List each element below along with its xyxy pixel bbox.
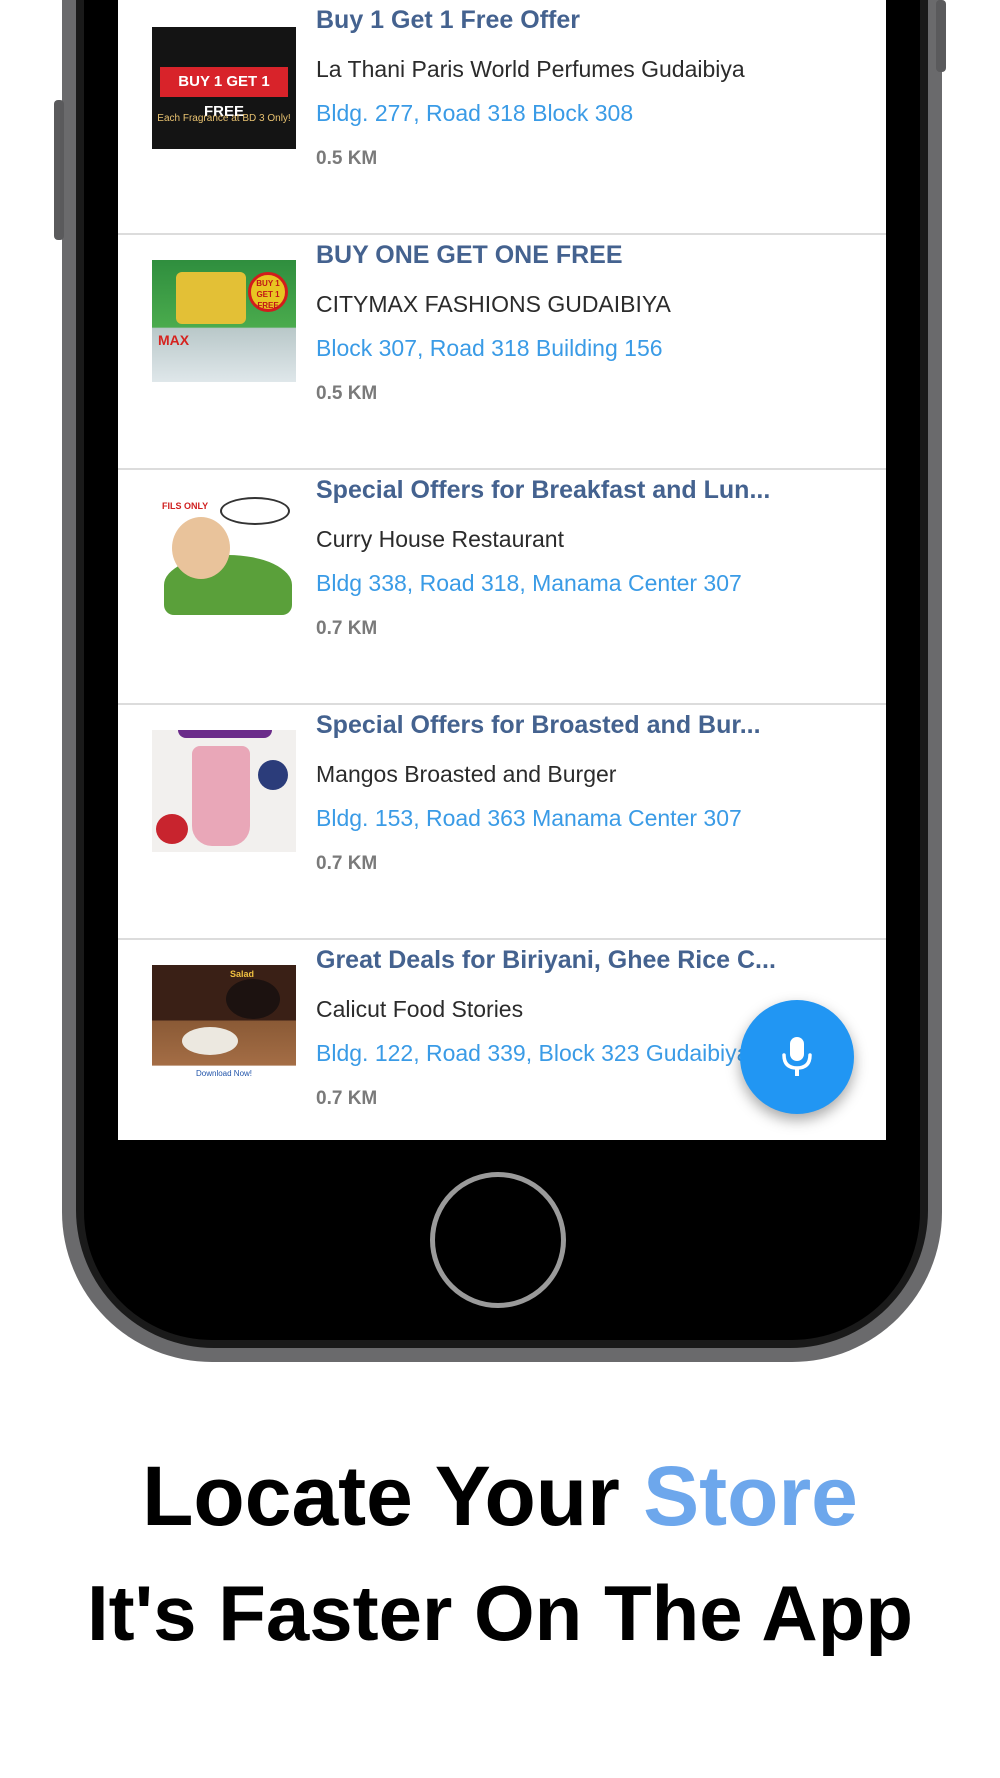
thumbnail-brand: MAX <box>158 332 190 348</box>
store-name: Calicut Food Stories <box>316 996 524 1022</box>
thumbnail-banner-text: BUY 1 GET 1 FREE <box>160 67 288 120</box>
distance-label: 0.5 KM <box>316 383 378 404</box>
list-item[interactable]: Special Offers for Broasted and Bur... M… <box>118 705 886 940</box>
distance-label: 0.7 KM <box>316 853 378 874</box>
distance-label: 0.5 KM <box>316 148 378 169</box>
thumbnail-price-ribbon <box>178 730 272 738</box>
store-address[interactable]: Bldg. 122, Road 339, Block 323 Gudaibiya <box>316 1040 749 1067</box>
distance-label: 0.7 KM <box>316 1088 378 1109</box>
store-address[interactable]: Block 307, Road 318 Building 156 <box>316 335 663 362</box>
subheadline: It's Faster On The App <box>86 1569 914 1657</box>
thumbnail-caption-text: Each Fragrance at BD 3 Only! <box>157 113 291 124</box>
phone-volume-button <box>54 100 64 240</box>
cartoon-character <box>172 517 230 579</box>
phone-power-button <box>936 0 946 72</box>
offer-thumbnail <box>152 730 296 852</box>
offer-title[interactable]: BUY ONE GET ONE FREE <box>316 241 623 270</box>
thumbnail-people <box>176 272 246 324</box>
badge-line-2: GET 1 <box>256 290 280 299</box>
thumbnail-bottom-label: Download Now! <box>195 1069 253 1078</box>
offer-list-screen: BUY 1 GET 1 FREE Each Fragrance at BD 3 … <box>118 0 886 1140</box>
microphone-icon <box>782 1037 812 1076</box>
offer-title[interactable]: Great Deals for Biriyani, Ghee Rice C... <box>316 946 776 975</box>
badge-line-3: FREE <box>257 301 279 310</box>
dish-pan <box>226 979 280 1019</box>
headline-prefix: Locate Your <box>142 1449 644 1543</box>
thumbnail-badge: BUY 1 GET 1 FREE <box>248 272 288 312</box>
store-name: CITYMAX FASHIONS GUDAIBIYA <box>316 291 671 317</box>
thumbnail-top-label: Salad <box>230 969 255 979</box>
berries-left <box>156 814 188 844</box>
home-button[interactable] <box>430 1172 566 1308</box>
list-item[interactable]: BUY 1 GET 1 FREE Each Fragrance at BD 3 … <box>118 0 886 235</box>
badge-line-1: BUY 1 <box>256 279 280 288</box>
headline: Locate Your Store <box>0 1448 1000 1545</box>
dish-plate <box>182 1027 238 1055</box>
store-address[interactable]: Bldg. 153, Road 363 Manama Center 307 <box>316 805 742 832</box>
milkshake-glass <box>192 746 250 846</box>
voice-search-button[interactable] <box>740 1000 854 1114</box>
thumbnail-tag: FILS ONLY <box>162 501 209 511</box>
offer-thumbnail: BUY 1 GET 1 FREE MAX <box>152 260 296 382</box>
headline-accent: Store <box>643 1449 858 1543</box>
store-address[interactable]: Bldg 338, Road 318, Manama Center 307 <box>316 570 742 597</box>
offer-title[interactable]: Special Offers for Broasted and Bur... <box>316 711 761 740</box>
list-item[interactable]: BUY 1 GET 1 FREE MAX BUY ONE GET ONE FRE… <box>118 235 886 470</box>
store-address[interactable]: Bldg. 277, Road 318 Block 308 <box>316 100 633 127</box>
berries-right <box>258 760 288 790</box>
offer-title[interactable]: Buy 1 Get 1 Free Offer <box>316 6 580 35</box>
speech-bubble <box>220 497 290 525</box>
list-item[interactable]: FILS ONLY Special Offers for Breakfast a… <box>118 470 886 705</box>
offer-thumbnail: BUY 1 GET 1 FREE Each Fragrance at BD 3 … <box>152 27 296 149</box>
store-name: Curry House Restaurant <box>316 526 564 552</box>
distance-label: 0.7 KM <box>316 618 378 639</box>
offer-thumbnail: Salad Download Now! <box>152 965 296 1087</box>
offer-thumbnail: FILS ONLY <box>152 495 296 617</box>
offer-title[interactable]: Special Offers for Breakfast and Lun... <box>316 476 770 505</box>
store-name: Mangos Broasted and Burger <box>316 761 617 787</box>
store-name: La Thani Paris World Perfumes Gudaibiya <box>316 56 745 82</box>
